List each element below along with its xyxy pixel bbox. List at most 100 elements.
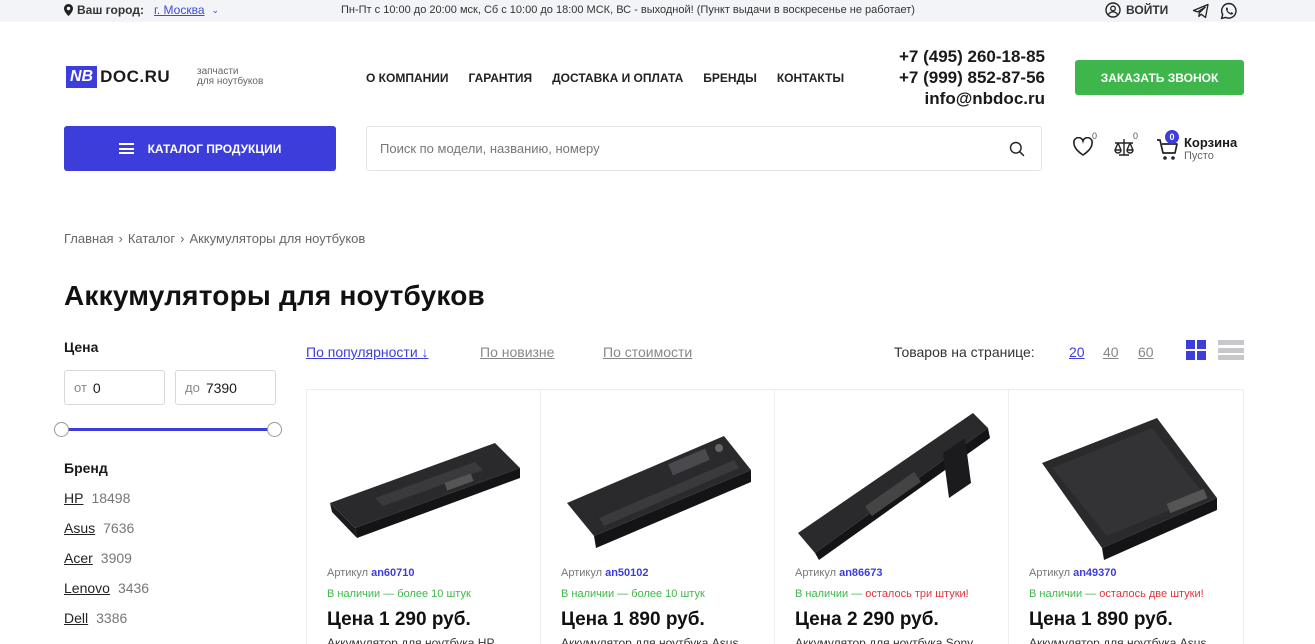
- breadcrumb-separator: ›: [180, 231, 185, 246]
- sort-price[interactable]: По стоимости: [603, 344, 692, 360]
- working-hours: Пн-Пт с 10:00 до 20:00 мск, Сб с 10:00 д…: [341, 4, 915, 16]
- main-nav: О КОМПАНИИ ГАРАНТИЯ ДОСТАВКА И ОПЛАТА БР…: [366, 71, 844, 85]
- nav-item-contacts[interactable]: КОНТАКТЫ: [777, 71, 844, 85]
- brand-filter-item[interactable]: Dell 3386: [64, 610, 127, 626]
- location-pin-icon: [64, 4, 73, 16]
- search-icon[interactable]: [1009, 141, 1025, 157]
- per-page-label: Товаров на странице:: [894, 344, 1035, 360]
- brand-filter-item[interactable]: Asus 7636: [64, 520, 134, 536]
- cart-status: Пусто: [1184, 150, 1214, 162]
- stock-text: В наличии — более 10 штук: [561, 588, 705, 600]
- menu-icon: [118, 143, 134, 154]
- battery-image: [798, 413, 990, 560]
- stock-warning: осталось три штуки!: [865, 588, 969, 600]
- price-from-value: 0: [92, 379, 101, 396]
- per-page-20[interactable]: 20: [1069, 344, 1085, 360]
- battery-image: [330, 443, 520, 538]
- catalog-label: КАТАЛОГ ПРОДУКЦИИ: [147, 141, 282, 156]
- whatsapp-icon[interactable]: [1220, 2, 1238, 20]
- stock-status: В наличии — осталось две штуки!: [1029, 588, 1204, 600]
- grid-view-icon[interactable]: [1186, 340, 1206, 360]
- stock-status: В наличии — более 10 штук: [327, 588, 471, 600]
- sort-popular[interactable]: По популярности ↓: [306, 344, 429, 360]
- logo-nb: NB: [66, 66, 98, 88]
- login-link[interactable]: ВОЙТИ: [1105, 2, 1168, 18]
- contacts-block: +7 (495) 260-18-85 +7 (999) 852-87-56 in…: [899, 46, 1045, 109]
- price-slider-max-handle[interactable]: [267, 422, 282, 437]
- brand-count: 7636: [103, 520, 135, 536]
- search-input[interactable]: [367, 127, 967, 170]
- stock-status: В наличии — осталось три штуки!: [795, 588, 969, 600]
- sku-label: Артикул: [561, 567, 603, 579]
- product-grid: Артикул an60710 В наличии — более 10 шту…: [306, 389, 1244, 644]
- sort-newest[interactable]: По новизне: [480, 344, 554, 360]
- brand-name[interactable]: Asus: [64, 520, 95, 536]
- email-link[interactable]: info@nbdoc.ru: [899, 88, 1045, 109]
- product-name[interactable]: Аккумулятор для ноутбука Sony: [795, 636, 973, 644]
- chevron-down-icon[interactable]: ⌄: [212, 5, 220, 16]
- heart-icon[interactable]: [1072, 137, 1094, 157]
- per-page-60[interactable]: 60: [1138, 344, 1154, 360]
- product-card[interactable]: Артикул an49370 В наличии — осталось две…: [1009, 390, 1243, 644]
- price-range-track[interactable]: [62, 428, 274, 431]
- product-card[interactable]: Артикул an60710 В наличии — более 10 шту…: [307, 390, 541, 644]
- brand-count: 3386: [96, 610, 128, 626]
- nav-item-about[interactable]: О КОМПАНИИ: [366, 71, 449, 85]
- cart-title: Корзина: [1184, 135, 1238, 150]
- breadcrumb-home[interactable]: Главная: [64, 231, 113, 246]
- nav-item-delivery[interactable]: ДОСТАВКА И ОПЛАТА: [552, 71, 683, 85]
- nav-item-warranty[interactable]: ГАРАНТИЯ: [469, 71, 533, 85]
- city-selector[interactable]: Ваш город: г. Москва ⌄: [64, 3, 219, 17]
- breadcrumb-catalog[interactable]: Каталог: [128, 231, 175, 246]
- sku-value: an49370: [1073, 567, 1117, 579]
- search-box: [366, 126, 1042, 171]
- phone-1[interactable]: +7 (495) 260-18-85: [899, 46, 1045, 67]
- product-price: Цена 1 890 руб.: [1029, 609, 1173, 630]
- brand-filter-item[interactable]: HP 18498: [64, 490, 130, 506]
- page-title: Аккумуляторы для ноутбуков: [64, 280, 485, 311]
- site-logo[interactable]: NB DOC.RU: [66, 66, 170, 88]
- logo-doc: DOC.RU: [100, 67, 171, 86]
- list-view-icon[interactable]: [1218, 340, 1244, 360]
- product-card[interactable]: Артикул an86673 В наличии — осталось три…: [775, 390, 1009, 644]
- brand-count: 3436: [117, 580, 150, 596]
- product-name[interactable]: Аккумулятор для ноутбука Asus: [1029, 636, 1206, 644]
- product-card[interactable]: Артикул an50102 В наличии — более 10 шту…: [541, 390, 775, 644]
- battery-image: [567, 436, 751, 548]
- brand-name[interactable]: Lenovo: [64, 580, 110, 596]
- price-to-field[interactable]: до 7390: [175, 370, 276, 405]
- sku-value: an50102: [605, 567, 649, 579]
- product-sku: Артикул an50102: [561, 567, 649, 579]
- stock-text: В наличии —: [795, 588, 866, 600]
- per-page-40[interactable]: 40: [1103, 344, 1119, 360]
- product-price: Цена 1 890 руб.: [561, 609, 705, 630]
- sku-label: Артикул: [795, 567, 837, 579]
- site-tagline: запчасти для ноутбуков: [197, 67, 263, 87]
- brand-filter-item[interactable]: Acer 3909: [64, 550, 132, 566]
- breadcrumb-current: Аккумуляторы для ноутбуков: [189, 231, 366, 246]
- callback-button[interactable]: ЗАКАЗАТЬ ЗВОНОК: [1075, 60, 1244, 95]
- nav-item-brands[interactable]: БРЕНДЫ: [703, 71, 757, 85]
- breadcrumb-separator: ›: [118, 231, 123, 246]
- brand-count: 18498: [91, 490, 131, 506]
- cart-widget[interactable]: 0 Корзина Пусто: [1156, 130, 1246, 164]
- telegram-icon[interactable]: [1192, 2, 1210, 20]
- price-from-field[interactable]: от 0: [64, 370, 165, 405]
- brand-filter-item[interactable]: Lenovo 3436: [64, 580, 149, 596]
- sku-value: an60710: [371, 567, 415, 579]
- product-name[interactable]: Аккумулятор для ноутбука HP: [327, 636, 494, 644]
- phone-2[interactable]: +7 (999) 852-87-56: [899, 67, 1045, 88]
- stock-warning: осталось две штуки!: [1099, 588, 1204, 600]
- city-value[interactable]: г. Москва: [154, 3, 205, 17]
- catalog-button[interactable]: КАТАЛОГ ПРОДУКЦИИ: [64, 126, 336, 171]
- cart-count-badge: 0: [1165, 130, 1179, 144]
- price-from-label: от: [74, 380, 87, 395]
- tagline-line-2: для ноутбуков: [197, 76, 264, 87]
- product-price: Цена 1 290 руб.: [327, 609, 471, 630]
- product-name[interactable]: Аккумулятор для ноутбука Asus: [561, 636, 738, 644]
- brand-name[interactable]: Acer: [64, 550, 93, 566]
- brand-name[interactable]: Dell: [64, 610, 88, 626]
- price-slider-min-handle[interactable]: [54, 422, 69, 437]
- brand-name[interactable]: HP: [64, 490, 83, 506]
- sku-label: Артикул: [327, 567, 369, 579]
